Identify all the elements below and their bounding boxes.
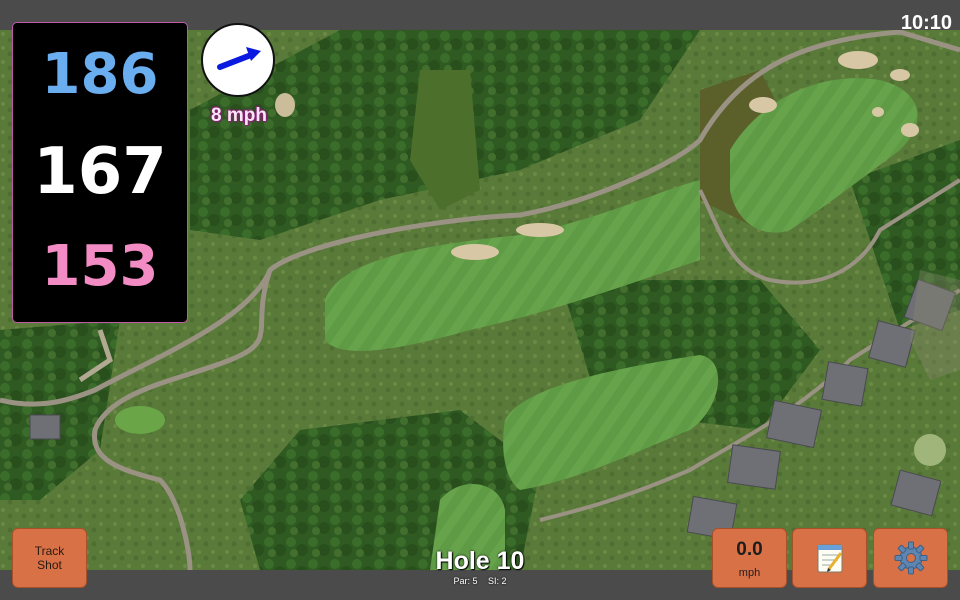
track-shot-button[interactable]: Track Shot xyxy=(12,528,87,588)
middle-distance: 167 xyxy=(33,135,167,209)
speed-unit: mph xyxy=(738,567,761,579)
hole-details: Par: 5 SI: 2 xyxy=(400,577,560,586)
track-shot-label-line1: Track xyxy=(34,544,65,558)
speed-button[interactable]: 0.0 mph xyxy=(712,528,787,588)
back-distance: 186 xyxy=(41,42,159,107)
speed-value: 0.0 xyxy=(736,539,763,560)
gear-icon xyxy=(894,541,927,575)
notes-button[interactable] xyxy=(792,528,867,588)
distance-panel: 186 167 153 xyxy=(12,22,188,323)
hole-stroke-index: SI: 2 xyxy=(488,576,507,586)
notepad-icon xyxy=(817,544,842,573)
hole-par: Par: 5 xyxy=(453,576,478,586)
arrow-icon xyxy=(217,47,261,70)
settings-button[interactable] xyxy=(873,528,948,588)
wind-speed-label: 8 mph xyxy=(211,105,267,126)
wind-direction-dial xyxy=(201,23,275,97)
status-clock: 10:10 xyxy=(900,12,952,34)
track-shot-label-line2: Shot xyxy=(37,558,62,572)
front-distance: 153 xyxy=(41,234,159,299)
hole-title: Hole 10 xyxy=(435,547,525,575)
